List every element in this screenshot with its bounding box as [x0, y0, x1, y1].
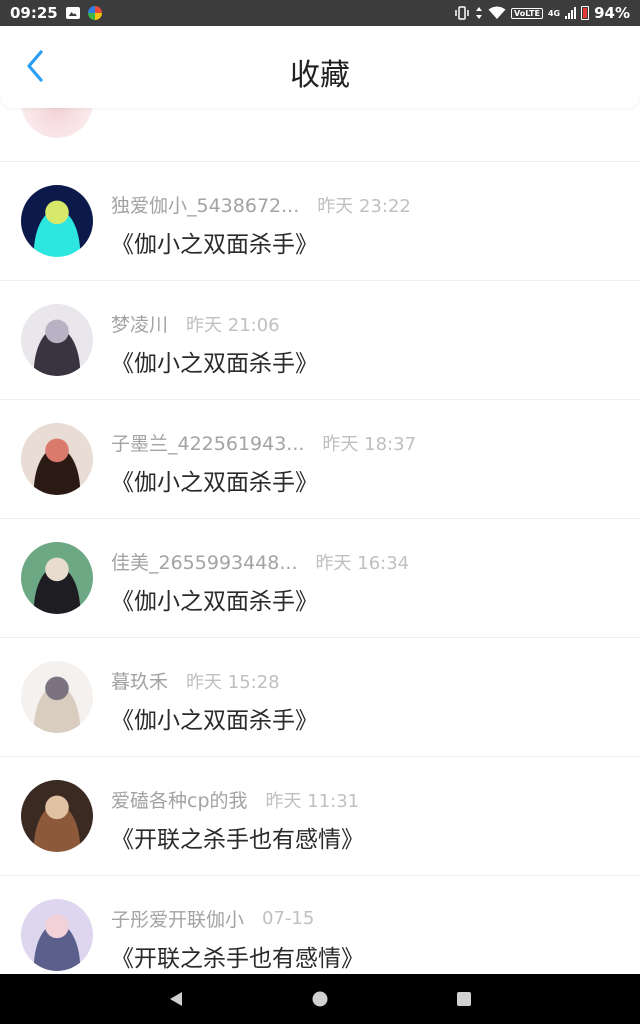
list-item[interactable]: 暮玖禾 昨天 15:28 《伽小之双面杀手》 — [0, 638, 640, 757]
item-meta: 佳美_2655993448... 昨天 16:34 — [111, 548, 409, 575]
chevron-left-icon — [27, 50, 43, 82]
app-icon — [87, 6, 102, 20]
username: 子彤爱开联伽小 — [111, 909, 245, 931]
status-bar-left: 09:25 — [10, 4, 102, 22]
item-meta: 独爱伽小_5438672... 昨天 23:22 — [111, 191, 411, 218]
system-nav-bar — [0, 974, 640, 1024]
item-meta: 爱磕各种cp的我 昨天 11:31 — [111, 786, 359, 813]
avatar[interactable] — [21, 423, 93, 495]
avatar[interactable] — [21, 661, 93, 733]
avatar[interactable] — [21, 304, 93, 376]
book-title: 《伽小之双面杀手》 — [111, 351, 318, 377]
avatar[interactable] — [21, 899, 93, 971]
book-title: 《开联之杀手也有感情》 — [111, 827, 364, 853]
gallery-icon — [65, 7, 80, 19]
nav-back-button[interactable] — [164, 987, 188, 1011]
book-title: 《开联之杀手也有感情》 — [111, 946, 364, 972]
avatar[interactable] — [21, 185, 93, 257]
list-item[interactable]: 梦凌川 昨天 21:06 《伽小之双面杀手》 — [0, 281, 640, 400]
book-title: 《伽小之双面杀手》 — [111, 470, 318, 496]
signal-icon — [565, 7, 577, 19]
username: 暮玖禾 — [111, 671, 169, 693]
list-item[interactable]: 子墨兰_422561943... 昨天 18:37 《伽小之双面杀手》 — [0, 400, 640, 519]
volte-badge: VoLTE — [511, 7, 543, 19]
avatar[interactable] — [21, 542, 93, 614]
item-meta: 子彤爱开联伽小 07-15 — [111, 905, 314, 932]
home-circle-icon — [312, 991, 328, 1007]
list-item[interactable]: 子彤爱开联伽小 07-15 《开联之杀手也有感情》 — [0, 876, 640, 974]
status-time: 09:25 — [10, 4, 58, 22]
timestamp: 昨天 16:34 — [315, 552, 410, 574]
item-meta: 暮玖禾 昨天 15:28 — [111, 667, 280, 694]
username: 梦凌川 — [111, 314, 169, 336]
timestamp: 昨天 15:28 — [186, 671, 280, 693]
username: 爱磕各种cp的我 — [111, 790, 248, 812]
list-item[interactable]: 佳美_2655993448... 昨天 16:34 《伽小之双面杀手》 — [0, 519, 640, 638]
item-meta: 子墨兰_422561943... 昨天 18:37 — [111, 429, 416, 456]
back-triangle-icon — [170, 992, 182, 1006]
list-item[interactable]: 独爱伽小_5438672... 昨天 23:22 《伽小之双面杀手》 — [0, 162, 640, 281]
vibrate-icon — [455, 6, 469, 20]
nav-recents-button[interactable] — [452, 987, 476, 1011]
status-bar-right: VoLTE 4G 94% — [454, 4, 630, 22]
item-meta: 梦凌川 昨天 21:06 — [111, 310, 280, 337]
username: 佳美_2655993448... — [111, 552, 298, 574]
timestamp: 昨天 23:22 — [317, 195, 411, 217]
timestamp: 昨天 21:06 — [186, 314, 280, 336]
recents-square-icon — [457, 992, 471, 1006]
timestamp: 昨天 11:31 — [265, 790, 360, 812]
book-title: 《伽小之双面杀手》 — [111, 708, 318, 734]
battery-icon — [581, 6, 590, 20]
network-type-label: 4G — [547, 8, 561, 18]
data-arrows-icon — [476, 7, 482, 19]
username: 独爱伽小_5438672... — [111, 195, 300, 217]
nav-home-button[interactable] — [308, 987, 332, 1011]
list-item[interactable]: 爱磕各种cp的我 昨天 11:31 《开联之杀手也有感情》 — [0, 757, 640, 876]
back-button[interactable] — [20, 46, 50, 86]
book-title: 《伽小之双面杀手》 — [111, 589, 318, 615]
battery-percent: 94% — [594, 4, 630, 22]
page-title: 收藏 — [290, 58, 350, 93]
avatar[interactable] — [21, 780, 93, 852]
favorites-list[interactable]: 独爱伽小_5438672... 昨天 23:22 《伽小之双面杀手》 梦凌川 昨天 21… — [0, 98, 640, 974]
book-title: 《伽小之双面杀手》 — [111, 232, 318, 258]
title-bar: 收藏 — [0, 26, 640, 108]
wifi-icon — [488, 6, 506, 19]
username: 子墨兰_422561943... — [111, 433, 305, 455]
status-bar: 09:25 VoLTE 4G 94% — [0, 0, 640, 26]
timestamp: 昨天 18:37 — [322, 433, 417, 455]
favorites-list-inner: 独爱伽小_5438672... 昨天 23:22 《伽小之双面杀手》 梦凌川 昨天 21… — [0, 98, 640, 974]
timestamp: 07-15 — [262, 908, 315, 929]
